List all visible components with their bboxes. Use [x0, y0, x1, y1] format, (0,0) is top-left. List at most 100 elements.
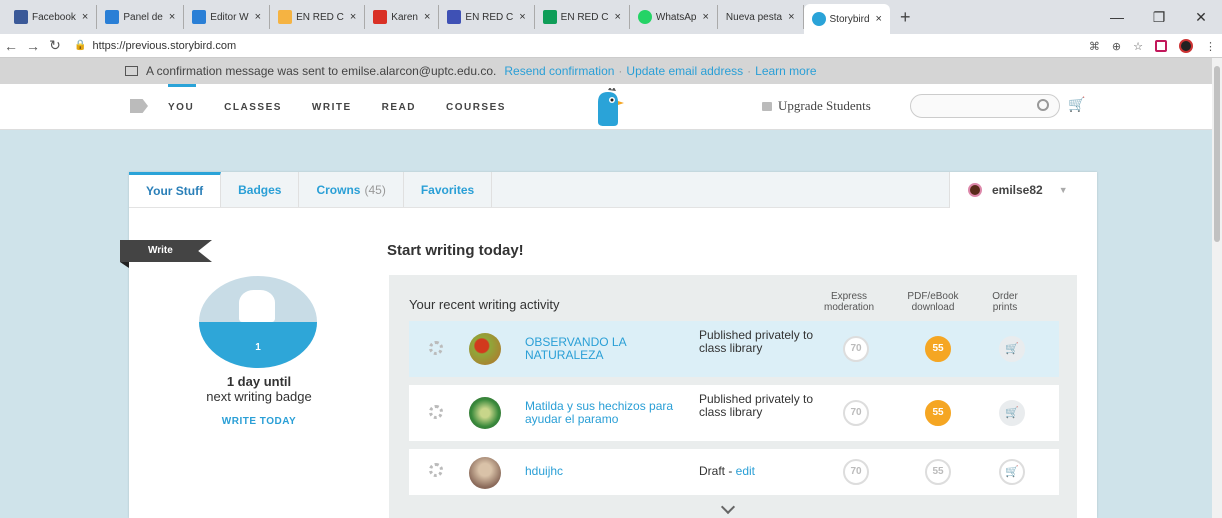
write-today-link[interactable]: WRITE TODAY [169, 416, 349, 427]
nav-courses[interactable]: COURSES [446, 102, 506, 113]
x-icon [192, 10, 207, 24]
nav-classes[interactable]: CLASSES [224, 102, 282, 113]
upgrade-students-link[interactable]: Upgrade Students [762, 98, 871, 114]
close-icon[interactable]: × [614, 11, 620, 23]
browser-tab-storybird[interactable]: Storybird × [803, 4, 890, 34]
pdf-download-badge[interactable]: 55 [925, 400, 951, 426]
url-field[interactable]: 🔒 https://previous.storybird.com [74, 40, 236, 52]
bookmark-star-icon[interactable]: ☆ [1133, 40, 1143, 53]
reload-icon[interactable]: ↻ [44, 37, 66, 54]
whatsapp-icon [637, 10, 652, 24]
browser-tab-bar: Facebook × Panel de × Editor W × EN RED C × … [0, 0, 1222, 34]
user-menu[interactable]: emilse82 ▼ [949, 172, 1097, 208]
write-section-tag: Write [120, 240, 212, 262]
back-icon[interactable]: ← [0, 38, 22, 54]
learn-more-link[interactable]: Learn more [755, 64, 816, 78]
new-tab-button[interactable]: + [890, 7, 921, 28]
menu-icon[interactable]: ⋮ [1205, 40, 1216, 53]
browser-tab-editor[interactable]: Editor W × [184, 5, 271, 29]
close-icon[interactable]: × [350, 11, 356, 23]
close-icon[interactable]: × [169, 11, 175, 23]
cart-icon[interactable]: 🛒 [999, 400, 1025, 426]
translate-icon[interactable]: ⌘ [1089, 40, 1100, 53]
x-icon [105, 10, 120, 24]
browser-tab-whatsapp[interactable]: WhatsAp × [630, 5, 718, 29]
facebook-icon [14, 10, 28, 24]
browser-tab-gmail[interactable]: Karen × [365, 5, 440, 29]
table-row[interactable]: Matilda y sus hechizos para ayudar el pa… [409, 385, 1059, 441]
zoom-icon[interactable]: ⊕ [1112, 40, 1121, 53]
search-icon[interactable] [1037, 99, 1049, 111]
cart-icon[interactable]: 🛒 [999, 459, 1025, 485]
story-title-link[interactable]: hduijhc [525, 465, 675, 478]
close-icon[interactable]: × [876, 13, 882, 25]
close-icon[interactable]: × [82, 11, 88, 23]
envelope-icon [125, 66, 138, 76]
tab-your-stuff[interactable]: Your Stuff [129, 172, 222, 207]
close-window-button[interactable]: ✕ [1180, 9, 1222, 26]
badge-number: 1 [255, 342, 261, 353]
close-icon[interactable]: × [424, 11, 430, 23]
pdf-download-badge[interactable]: 55 [925, 459, 951, 485]
cart-icon[interactable]: 🛒 [1068, 96, 1085, 113]
crowns-count: (45) [364, 182, 386, 197]
lock-icon: 🔒 [74, 40, 87, 51]
express-moderation-badge[interactable]: 70 [843, 459, 869, 485]
unlock-icon [762, 101, 772, 111]
profile-avatar-icon[interactable] [1179, 39, 1193, 53]
gear-icon[interactable] [429, 405, 443, 419]
activity-title: Your recent writing activity [409, 297, 560, 312]
content-tabs: Your Stuff Badges Crowns (45) Favorites e… [129, 172, 1097, 208]
nav-you[interactable]: YOU [168, 102, 194, 113]
extension-icon[interactable] [1155, 40, 1167, 52]
restore-button[interactable]: ❐ [1138, 9, 1180, 26]
tab-favorites[interactable]: Favorites [404, 172, 493, 207]
story-thumbnail[interactable] [469, 397, 501, 429]
gear-icon[interactable] [429, 463, 443, 477]
express-moderation-badge[interactable]: 70 [843, 400, 869, 426]
table-row[interactable]: hduijhc Draft - edit 70 55 🛒 [409, 449, 1059, 495]
tab-crowns[interactable]: Crowns (45) [299, 172, 404, 207]
minimize-button[interactable]: — [1096, 9, 1138, 25]
browser-tab-panel[interactable]: Panel de × [97, 5, 185, 29]
window-controls: — ❐ ✕ [1096, 0, 1222, 34]
pdf-download-badge[interactable]: 55 [925, 336, 951, 362]
nav-arrow-icon [130, 99, 148, 113]
story-thumbnail[interactable] [469, 333, 501, 365]
chevron-down-icon[interactable] [720, 499, 736, 515]
cart-icon[interactable]: 🛒 [999, 336, 1025, 362]
tag-fold [120, 262, 129, 268]
table-row[interactable]: OBSERVANDO LA NATURALEZA Published priva… [409, 321, 1059, 377]
story-title-link[interactable]: Matilda y sus hechizos para ayudar el pa… [525, 400, 675, 426]
browser-tab-newtab[interactable]: Nueva pesta × [718, 5, 804, 29]
browser-tab-enred-1[interactable]: EN RED C × [270, 5, 366, 29]
close-icon[interactable]: × [702, 11, 708, 23]
gmail-icon [373, 10, 388, 24]
storybird-logo-icon[interactable] [592, 88, 626, 128]
nav-write[interactable]: WRITE [312, 102, 352, 113]
browser-tab-enred-2[interactable]: EN RED C × [439, 5, 535, 29]
express-moderation-badge[interactable]: 70 [843, 336, 869, 362]
tab-badges[interactable]: Badges [221, 172, 300, 207]
search-input[interactable] [910, 94, 1060, 118]
storybird-icon [811, 12, 826, 26]
badge-progress-text: 1 day until next writing badge [206, 374, 312, 404]
rooster-icon [239, 290, 275, 322]
nav-read[interactable]: READ [382, 102, 416, 113]
story-title-link[interactable]: OBSERVANDO LA NATURALEZA [525, 336, 675, 362]
resend-confirmation-link[interactable]: Resend confirmation [504, 64, 614, 78]
edit-link[interactable]: edit [736, 464, 755, 478]
page-scrollbar[interactable] [1212, 58, 1222, 518]
browser-actions: ⌘ ⊕ ☆ ⋮ [1089, 34, 1216, 58]
main-card: Your Stuff Badges Crowns (45) Favorites e… [120, 172, 1097, 518]
browser-tab-enred-3[interactable]: EN RED C × [535, 5, 630, 29]
close-icon[interactable]: × [519, 11, 525, 23]
forward-icon[interactable]: → [22, 38, 44, 54]
story-status: Draft - edit [699, 464, 756, 478]
gear-icon[interactable] [429, 341, 443, 355]
close-icon[interactable]: × [788, 11, 794, 23]
story-thumbnail[interactable] [469, 457, 501, 489]
update-email-link[interactable]: Update email address [626, 64, 743, 78]
close-icon[interactable]: × [255, 11, 261, 23]
browser-tab-facebook[interactable]: Facebook × [6, 5, 98, 29]
